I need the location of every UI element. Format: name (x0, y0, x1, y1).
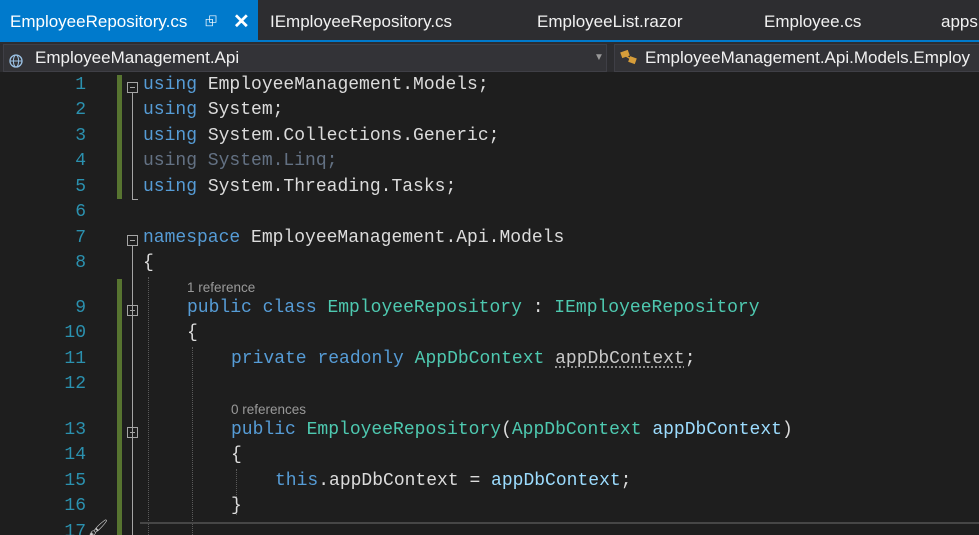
code-line: this.appDbContext = appDbContext; (275, 471, 631, 491)
type-name: EmployeeManagement.Api.Models.Employ (645, 48, 971, 67)
code-text: System.Threading.Tasks; (197, 177, 457, 197)
keyword: namespace (143, 228, 241, 248)
line-number: 12 (64, 374, 86, 394)
unused-using-line: using System.Linq; (143, 151, 337, 171)
codelens-references[interactable]: 0 references (231, 402, 306, 417)
line-number: 8 (75, 253, 86, 273)
keyword: class (262, 298, 317, 318)
line-number: 17 (64, 522, 86, 535)
field-name: appDbContext (555, 349, 685, 369)
type-name: EmployeeRepository (306, 420, 502, 440)
line-number: 3 (75, 126, 86, 146)
keyword: using (143, 126, 198, 146)
code-line: private readonly AppDbContext appDbConte… (231, 349, 696, 369)
code-line: using System.Collections.Generic; (143, 126, 499, 146)
code-text: using System.Linq; (143, 151, 338, 171)
class-icon (620, 49, 640, 71)
line-number: 16 (64, 496, 86, 516)
tab-iemployee-repository[interactable]: IEmployeeRepository.cs (270, 0, 452, 40)
code-line: public EmployeeRepository(AppDbContext a… (231, 420, 793, 440)
keyword: using (143, 75, 198, 95)
tab-apps[interactable]: apps (941, 0, 978, 40)
line-number: 1 (75, 75, 86, 95)
code-editor[interactable]: 1 2 3 4 5 6 7 8 9 10 11 12 13 14 15 16 1… (0, 72, 979, 535)
parameter-name: appDbContext (491, 471, 621, 491)
line-number: 6 (75, 202, 86, 222)
codelens-references[interactable]: 1 reference (187, 280, 255, 295)
navigation-bar: EmployeeManagement.Api ▼ EmployeeManagem… (0, 42, 979, 72)
line-number: 4 (75, 151, 86, 171)
globe-icon (9, 50, 23, 68)
change-marker (117, 75, 122, 199)
collapse-icon[interactable] (127, 305, 138, 316)
code-line: using System; (143, 100, 283, 120)
indent-guide (192, 347, 193, 535)
outline-end (132, 199, 138, 200)
line-number: 15 (64, 471, 86, 491)
collapse-icon[interactable] (127, 235, 138, 246)
code-line: { (143, 253, 154, 273)
line-number: 11 (64, 349, 86, 369)
keyword: public (231, 420, 296, 440)
close-icon[interactable]: ✕ (233, 0, 250, 44)
tab-label: IEmployeeRepository.cs (270, 12, 453, 31)
code-text: EmployeeManagement.Models; (197, 75, 489, 95)
code-line: namespace EmployeeManagement.Api.Models (143, 228, 564, 248)
keyword: using (143, 177, 198, 197)
quick-actions-brush-icon[interactable]: 🖌 (88, 518, 108, 535)
tab-label: EmployeeList.razor (537, 12, 683, 31)
document-tab-strip: EmployeeRepository.cs ⮺ ✕ IEmployeeRepos… (0, 0, 979, 40)
keyword: readonly (317, 349, 404, 369)
chevron-down-icon: ▼ (594, 52, 604, 63)
tab-label: EmployeeRepository.cs (10, 12, 188, 31)
tab-employee-cs[interactable]: Employee.cs (764, 0, 861, 40)
code-text: .appDbContext = (318, 471, 492, 491)
line-number: 9 (75, 298, 86, 318)
outline-line (132, 93, 133, 200)
code-line: } (231, 496, 242, 516)
type-dropdown[interactable]: EmployeeManagement.Api.Models.Employ (614, 44, 979, 72)
code-text: EmployeeManagement.Api.Models (240, 228, 565, 248)
project-name: EmployeeManagement.Api (35, 48, 240, 67)
line-number: 5 (75, 177, 86, 197)
pin-icon[interactable]: ⮺ (205, 0, 217, 44)
collapse-icon[interactable] (127, 427, 138, 438)
keyword: public (187, 298, 252, 318)
tab-label: apps (941, 12, 978, 31)
keyword: this (275, 471, 319, 491)
tab-label: Employee.cs (764, 12, 862, 31)
type-name: AppDbContext (414, 349, 545, 369)
line-number: 14 (64, 445, 86, 465)
change-marker (117, 279, 122, 535)
parameter-name: appDbContext (652, 420, 782, 440)
code-line: using System.Threading.Tasks; (143, 177, 456, 197)
indent-guide (148, 277, 149, 535)
line-number: 13 (64, 420, 86, 440)
line-number: 10 (64, 323, 86, 343)
code-text: System; (197, 100, 284, 120)
type-name: IEmployeeRepository (554, 298, 760, 318)
keyword: private (231, 349, 307, 369)
code-line: { (231, 445, 242, 465)
code-text: ( (501, 420, 512, 440)
code-text: ; (620, 471, 632, 491)
type-name: AppDbContext (511, 420, 642, 440)
code-line: { (187, 323, 198, 343)
collapse-icon[interactable] (127, 82, 138, 93)
code-line: using EmployeeManagement.Models; (143, 75, 489, 95)
code-line: public class EmployeeRepository : IEmplo… (187, 298, 760, 318)
keyword: using (143, 100, 198, 120)
type-name: EmployeeRepository (327, 298, 522, 318)
current-line-highlight (140, 522, 979, 524)
tab-employee-repository[interactable]: EmployeeRepository.cs ⮺ ✕ (0, 0, 258, 40)
code-text: : (521, 298, 555, 318)
outline-line (132, 246, 133, 535)
tab-employee-list-razor[interactable]: EmployeeList.razor (537, 0, 683, 40)
code-text: ) (781, 420, 793, 440)
code-text: ; (684, 349, 696, 369)
code-text: System.Collections.Generic; (197, 126, 500, 146)
line-number: 7 (75, 228, 86, 248)
project-dropdown[interactable]: EmployeeManagement.Api ▼ (3, 44, 607, 72)
line-number: 2 (75, 100, 86, 120)
